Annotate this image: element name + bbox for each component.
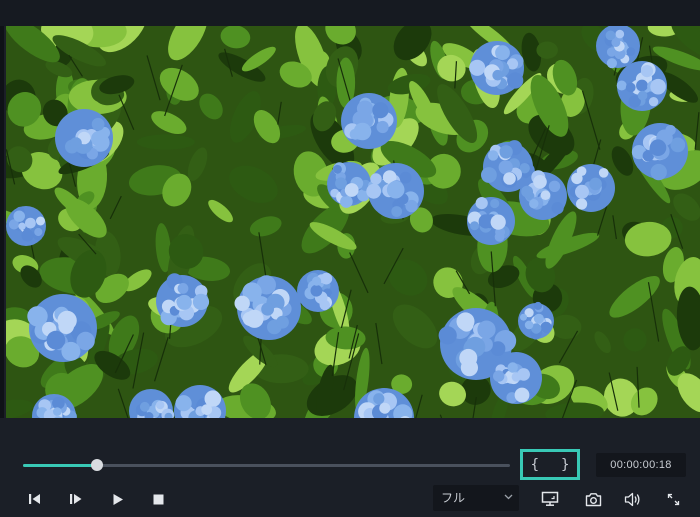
- play-icon: [113, 493, 123, 505]
- fullscreen-button[interactable]: [662, 488, 684, 510]
- previous-frame-button[interactable]: [24, 488, 46, 510]
- volume-icon: [624, 492, 640, 506]
- seek-bar-handle[interactable]: [91, 459, 104, 471]
- snapshot-button[interactable]: [581, 488, 605, 510]
- mark-in-out-button[interactable]: { }: [520, 449, 580, 480]
- chevron-down-icon: [504, 494, 513, 500]
- volume-button[interactable]: [621, 488, 645, 510]
- playback-quality-select[interactable]: フル: [433, 485, 519, 511]
- next-frame-button[interactable]: [65, 488, 87, 510]
- stop-button[interactable]: [147, 488, 169, 510]
- seek-bar-progress: [23, 464, 98, 467]
- camera-icon: [585, 492, 601, 506]
- mark-out-glyph: }: [561, 456, 570, 473]
- step-backward-icon: [29, 494, 40, 504]
- hydrangea-video-frame: [6, 26, 700, 418]
- monitor-icon: [541, 491, 559, 506]
- mark-in-glyph: {: [530, 456, 539, 473]
- quality-value: フル: [441, 491, 466, 505]
- step-forward-icon: [70, 494, 82, 504]
- stop-icon: [153, 494, 163, 504]
- display-settings-button[interactable]: [538, 488, 562, 510]
- preview-top-bar: [0, 0, 700, 26]
- seek-bar[interactable]: [23, 459, 510, 471]
- fullscreen-icon: [667, 493, 679, 505]
- video-preview[interactable]: [6, 26, 700, 418]
- timecode-display: 00:00:00:18: [596, 453, 686, 477]
- play-button[interactable]: [107, 488, 129, 510]
